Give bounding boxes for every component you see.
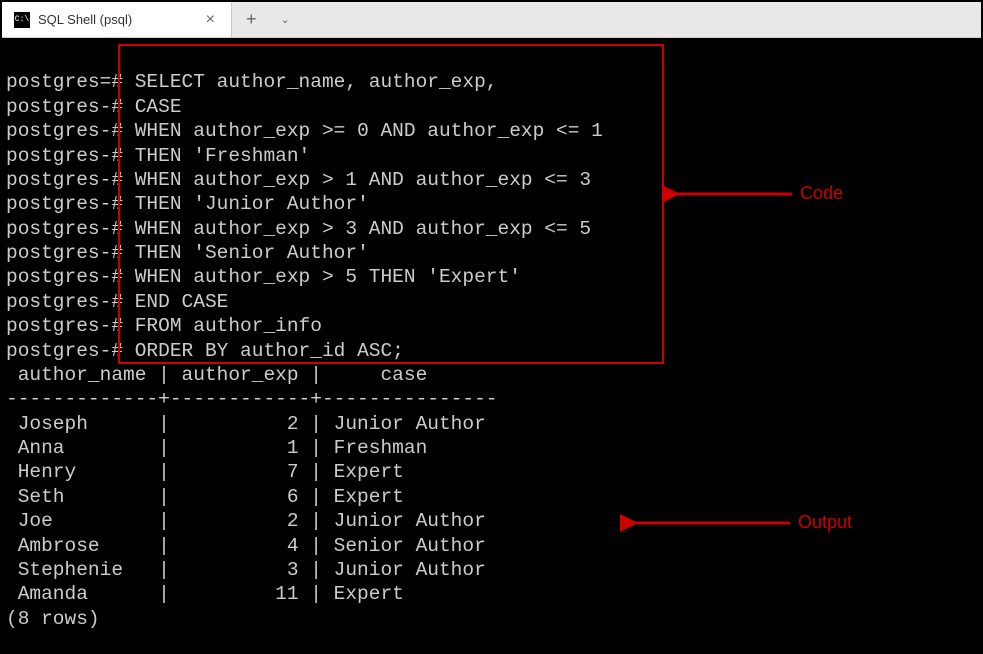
prompt-main: postgres=# xyxy=(6,71,123,93)
prompt-cont: postgres-# xyxy=(6,218,123,240)
titlebar: C:\ SQL Shell (psql) × + ⌄ xyxy=(2,2,981,38)
terminal[interactable]: postgres=# SELECT author_name, author_ex… xyxy=(2,38,981,652)
tab-dropdown-icon[interactable]: ⌄ xyxy=(271,13,300,26)
sql-line-10: END CASE xyxy=(135,291,229,313)
table-row: Joe | 2 | Junior Author xyxy=(6,510,486,532)
table-divider: -------------+------------+-------------… xyxy=(6,388,497,410)
sql-line-4: THEN 'Freshman' xyxy=(135,145,311,167)
table-row: Joseph | 2 | Junior Author xyxy=(6,413,486,435)
prompt-cont: postgres-# xyxy=(6,145,123,167)
prompt-cont: postgres-# xyxy=(6,96,123,118)
code-label: Code xyxy=(800,183,843,204)
prompt-cont: postgres-# xyxy=(6,266,123,288)
new-tab-button[interactable]: + xyxy=(232,9,271,30)
table-row: Seth | 6 | Expert xyxy=(6,486,404,508)
tab-title: SQL Shell (psql) xyxy=(38,12,190,27)
arrow-left-icon xyxy=(662,184,792,204)
table-row: Stephenie | 3 | Junior Author xyxy=(6,559,486,581)
close-icon[interactable]: × xyxy=(202,11,219,29)
sql-line-11: FROM author_info xyxy=(135,315,322,337)
arrow-left-icon xyxy=(620,513,790,533)
sql-line-12: ORDER BY author_id ASC; xyxy=(135,340,404,362)
sql-line-9: WHEN author_exp > 5 THEN 'Expert' xyxy=(135,266,521,288)
psql-icon: C:\ xyxy=(14,12,30,28)
sql-line-7: WHEN author_exp > 3 AND author_exp <= 5 xyxy=(135,218,591,240)
prompt-cont: postgres-# xyxy=(6,340,123,362)
table-header: author_name | author_exp | case xyxy=(6,364,427,386)
sql-line-6: THEN 'Junior Author' xyxy=(135,193,369,215)
output-annotation: Output xyxy=(620,512,852,533)
sql-line-8: THEN 'Senior Author' xyxy=(135,242,369,264)
sql-line-3: WHEN author_exp >= 0 AND author_exp <= 1 xyxy=(135,120,603,142)
sql-line-1: SELECT author_name, author_exp, xyxy=(135,71,498,93)
output-label: Output xyxy=(798,512,852,533)
prompt-cont: postgres-# xyxy=(6,291,123,313)
prompt-cont: postgres-# xyxy=(6,120,123,142)
table-row: Anna | 1 | Freshman xyxy=(6,437,427,459)
prompt-cont: postgres-# xyxy=(6,315,123,337)
sql-line-2: CASE xyxy=(135,96,182,118)
table-row: Henry | 7 | Expert xyxy=(6,461,404,483)
table-row: Amanda | 11 | Expert xyxy=(6,583,404,605)
prompt-cont: postgres-# xyxy=(6,169,123,191)
terminal-content: postgres=# SELECT author_name, author_ex… xyxy=(6,70,977,631)
prompt-cont: postgres-# xyxy=(6,193,123,215)
table-row: Ambrose | 4 | Senior Author xyxy=(6,535,486,557)
sql-line-5: WHEN author_exp > 1 AND author_exp <= 3 xyxy=(135,169,591,191)
code-annotation: Code xyxy=(662,183,843,204)
window-tab[interactable]: C:\ SQL Shell (psql) × xyxy=(2,2,232,37)
prompt-cont: postgres-# xyxy=(6,242,123,264)
table-footer: (8 rows) xyxy=(6,608,100,630)
